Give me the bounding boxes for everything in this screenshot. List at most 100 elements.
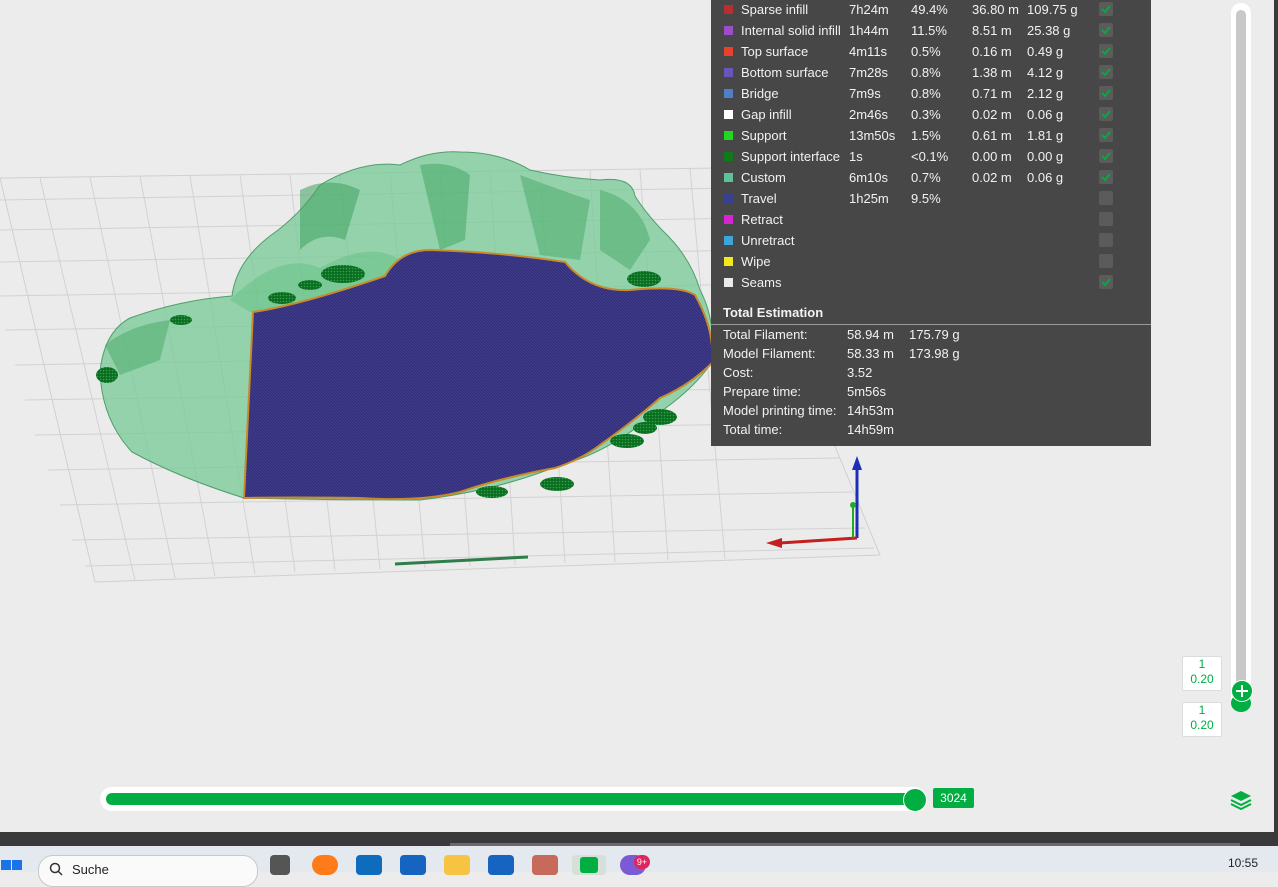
legend-visibility-checkbox[interactable]: [1099, 107, 1113, 121]
legend-name: Travel: [741, 191, 777, 206]
legend-row: Gap infill 2m46s 0.3% 0.02 m 0.06 g: [711, 105, 1151, 126]
move-slider-fill: [106, 793, 914, 805]
checkmark-icon: [1101, 26, 1111, 35]
upper-layer-badge: 1 0.20: [1182, 656, 1222, 691]
legend-visibility-checkbox[interactable]: [1099, 254, 1113, 268]
legend-color-swatch: [724, 278, 733, 287]
move-slider-value: 3024: [933, 788, 974, 808]
legend-row: Support interface 1s <0.1% 0.00 m 0.00 g: [711, 147, 1151, 168]
legend-weight: 25.38 g: [1027, 23, 1071, 38]
taskbar-search-box[interactable]: [38, 855, 258, 887]
windows-start-icon[interactable]: [0, 857, 26, 872]
legend-time: 13m50s: [849, 128, 896, 143]
total-v1: 58.94 m: [847, 327, 894, 342]
firefox-icon[interactable]: [312, 855, 338, 875]
legend-name: Seams: [741, 275, 782, 290]
legend-name: Retract: [741, 212, 783, 227]
legend-length: 0.02 m: [972, 107, 1012, 122]
legend-length: 0.00 m: [972, 149, 1012, 164]
legend-name: Bridge: [741, 86, 779, 101]
legend-visibility-checkbox[interactable]: [1099, 23, 1113, 37]
store-icon[interactable]: [356, 855, 382, 875]
legend-length: 0.02 m: [972, 170, 1012, 185]
legend-color-swatch: [724, 236, 733, 245]
total-separator: [711, 324, 1151, 325]
lower-layer-badge: 1 0.20: [1182, 702, 1222, 737]
legend-row: Wipe: [711, 252, 1151, 273]
app-c2-icon[interactable]: [488, 855, 514, 875]
total-v1: 3.52: [847, 365, 873, 380]
total-v1: 14h53m: [847, 403, 894, 418]
app-slicer-icon[interactable]: [532, 855, 558, 875]
legend-weight: 1.81 g: [1027, 128, 1064, 143]
legend-row: Bottom surface 7m28s 0.8% 1.38 m 4.12 g: [711, 63, 1151, 84]
total-row: Model Filament: 58.33 m 173.98 g: [711, 345, 1151, 364]
legend-visibility-checkbox[interactable]: [1099, 149, 1113, 163]
task-view-icon[interactable]: [270, 855, 290, 875]
upper-layer-thumb[interactable]: [1231, 680, 1253, 702]
legend-time: 1h25m: [849, 191, 889, 206]
file-explorer-icon[interactable]: [444, 855, 470, 875]
move-slider-thumb[interactable]: [903, 788, 927, 812]
legend-percent: 1.5%: [911, 128, 941, 143]
legend-weight: 109.75 g: [1027, 2, 1078, 17]
legend-time: 7m28s: [849, 65, 889, 80]
legend-weight: 0.06 g: [1027, 107, 1064, 122]
legend-row: Top surface 4m11s 0.5% 0.16 m 0.49 g: [711, 42, 1151, 63]
total-row: Cost: 3.52: [711, 364, 1151, 383]
total-v2: 175.79 g: [909, 327, 960, 342]
plus-icon: [1236, 685, 1248, 697]
legend-name: Bottom surface: [741, 65, 829, 80]
legend-visibility-checkbox[interactable]: [1099, 2, 1113, 16]
legend-visibility-checkbox[interactable]: [1099, 86, 1113, 100]
upper-layer-number: 1: [1198, 657, 1206, 671]
legend-visibility-checkbox[interactable]: [1099, 233, 1113, 247]
legend-name: Top surface: [741, 44, 809, 59]
legend-color-swatch: [724, 152, 733, 161]
total-label: Total time:: [723, 422, 783, 437]
legend-visibility-checkbox[interactable]: [1099, 275, 1113, 289]
3d-preview-viewport[interactable]: Sparse infill 7h24m 49.4% 36.80 m 109.75 g In…: [0, 0, 1278, 832]
legend-row: Unretract: [711, 231, 1151, 252]
checkmark-icon: [1101, 131, 1111, 140]
legend-visibility-checkbox[interactable]: [1099, 128, 1113, 142]
taskbar-clock: 10:55: [1228, 856, 1259, 870]
legend-name: Unretract: [741, 233, 795, 248]
legend-color-swatch: [724, 173, 733, 182]
legend-time: 2m46s: [849, 107, 889, 122]
layer-slider-range[interactable]: [1236, 10, 1246, 700]
legend-visibility-checkbox[interactable]: [1099, 170, 1113, 184]
search-icon: [49, 862, 63, 876]
legend-row: Sparse infill 7h24m 49.4% 36.80 m 109.75 g: [711, 0, 1151, 21]
window-edge: [1274, 0, 1278, 832]
legend-visibility-checkbox[interactable]: [1099, 191, 1113, 205]
legend-color-swatch: [724, 215, 733, 224]
legend-visibility-checkbox[interactable]: [1099, 65, 1113, 79]
bambu-studio-icon[interactable]: [572, 855, 606, 875]
layers-icon[interactable]: [1229, 788, 1253, 812]
total-row: Model printing time: 14h53m: [711, 402, 1151, 421]
total-v1: 58.33 m: [847, 346, 894, 361]
search-placeholder: Suche: [72, 862, 109, 877]
total-row: Total Filament: 58.94 m 175.79 g: [711, 326, 1151, 345]
legend-color-swatch: [724, 68, 733, 77]
legend-visibility-checkbox[interactable]: [1099, 212, 1113, 226]
legend-color-swatch: [724, 257, 733, 266]
total-label: Model printing time:: [723, 403, 837, 418]
total-v2: 173.98 g: [909, 346, 960, 361]
checkmark-icon: [1101, 47, 1111, 56]
legend-visibility-checkbox[interactable]: [1099, 44, 1113, 58]
legend-percent: 9.5%: [911, 191, 941, 206]
legend-weight: 2.12 g: [1027, 86, 1064, 101]
legend-weight: 4.12 g: [1027, 65, 1064, 80]
legend-color-swatch: [724, 5, 733, 14]
legend-length: 0.16 m: [972, 44, 1012, 59]
legend-name: Support interface: [741, 149, 841, 164]
total-label: Prepare time:: [723, 384, 802, 399]
legend-weight: 0.49 g: [1027, 44, 1064, 59]
app-c-icon[interactable]: [400, 855, 426, 875]
legend-color-swatch: [724, 47, 733, 56]
legend-name: Gap infill: [741, 107, 792, 122]
total-label: Total Filament:: [723, 327, 808, 342]
legend-percent: 49.4%: [911, 2, 948, 17]
